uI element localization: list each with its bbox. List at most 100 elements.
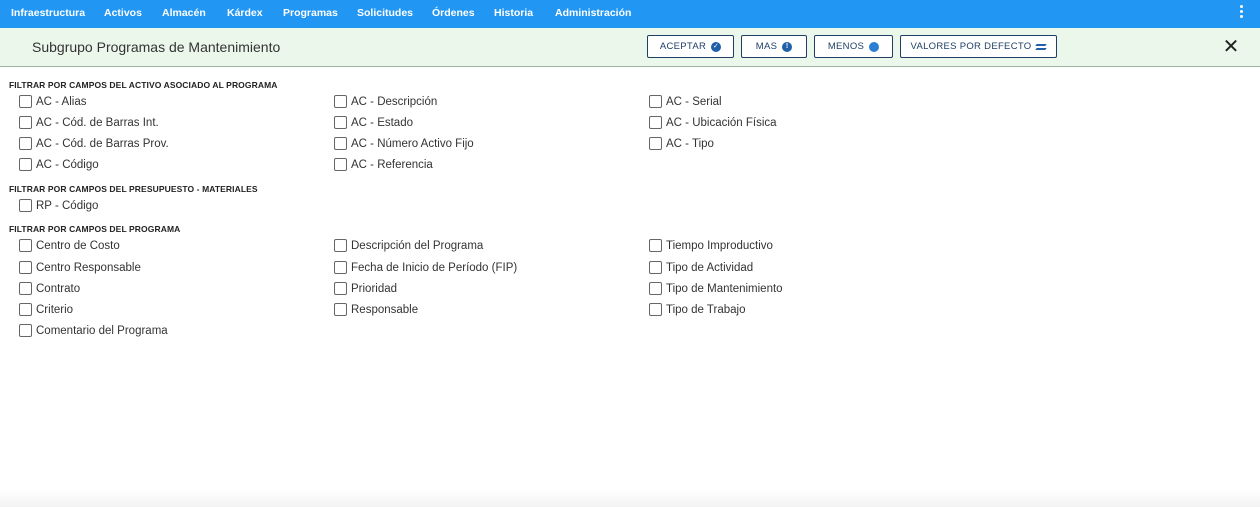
checkbox-descripcion-del-programa[interactable]: Descripción del Programa xyxy=(334,239,483,252)
checkbox-box[interactable] xyxy=(334,239,347,252)
checkbox-label: Tipo de Actividad xyxy=(666,261,754,274)
checkbox-box[interactable] xyxy=(19,137,32,150)
checkbox-box[interactable] xyxy=(649,137,662,150)
checkbox-label: RP - Código xyxy=(36,199,99,212)
exclamation-circle-icon: ! xyxy=(782,41,793,52)
checkbox-ac-tipo[interactable]: AC - Tipo xyxy=(649,137,714,150)
checkbox-label: Centro Responsable xyxy=(36,261,141,274)
dialog-title: Subgrupo Programas de Mantenimiento xyxy=(32,39,281,55)
checkbox-ac-ubicacion-fisica[interactable]: AC - Ubicación Física xyxy=(649,116,777,129)
checkbox-criterio[interactable]: Criterio xyxy=(19,303,73,316)
nav-item-ordenes[interactable]: Órdenes xyxy=(432,0,475,28)
checkbox-box[interactable] xyxy=(19,239,32,252)
close-icon[interactable]: ✕ xyxy=(1222,37,1240,57)
checkbox-ac-estado[interactable]: AC - Estado xyxy=(334,116,413,129)
more-button[interactable]: MAS ! xyxy=(741,35,807,58)
checkbox-box[interactable] xyxy=(334,282,347,295)
checkbox-comentario-del-programa[interactable]: Comentario del Programa xyxy=(19,324,168,337)
checkbox-label: AC - Tipo xyxy=(666,137,714,150)
less-button-label: MENOS xyxy=(827,41,865,52)
checkbox-box[interactable] xyxy=(649,303,662,316)
checkbox-tipo-de-actividad[interactable]: Tipo de Actividad xyxy=(649,261,753,274)
checkbox-ac-referencia[interactable]: AC - Referencia xyxy=(334,158,433,171)
checkbox-box[interactable] xyxy=(19,158,32,171)
checkbox-label: Comentario del Programa xyxy=(36,324,168,337)
checkbox-ac-descripcion[interactable]: AC - Descripción xyxy=(334,95,437,108)
checkbox-box[interactable] xyxy=(19,324,32,337)
nav-item-administracion[interactable]: Administración xyxy=(555,0,631,28)
checkbox-box[interactable] xyxy=(334,137,347,150)
accept-button[interactable]: ACEPTAR ✓ xyxy=(647,35,734,58)
less-button[interactable]: MENOS xyxy=(814,35,893,58)
section-title-presupuesto: FILTRAR POR CAMPOS DEL PRESUPUESTO - MAT… xyxy=(9,184,258,194)
more-vert-icon[interactable] xyxy=(1238,5,1244,23)
checkbox-rp-codigo[interactable]: RP - Código xyxy=(19,199,98,212)
checkbox-label: AC - Cód. de Barras Int. xyxy=(36,116,159,129)
checkbox-tipo-de-trabajo[interactable]: Tipo de Trabajo xyxy=(649,303,745,316)
checkbox-ac-numero-activo-fijo[interactable]: AC - Número Activo Fijo xyxy=(334,137,474,150)
check-circle-icon: ✓ xyxy=(711,41,722,52)
checkbox-label: AC - Ubicación Física xyxy=(666,116,777,129)
checkbox-box[interactable] xyxy=(334,116,347,129)
checkbox-label: AC - Estado xyxy=(351,116,413,129)
checkbox-label: AC - Referencia xyxy=(351,158,433,171)
checkbox-box[interactable] xyxy=(649,95,662,108)
checkbox-tipo-de-mantenimiento[interactable]: Tipo de Mantenimiento xyxy=(649,282,783,295)
checkbox-label: Prioridad xyxy=(351,282,398,295)
checkbox-ac-codigo[interactable]: AC - Código xyxy=(19,158,99,171)
checkbox-label: AC - Descripción xyxy=(351,95,438,108)
checkbox-box[interactable] xyxy=(334,158,347,171)
checkbox-contrato[interactable]: Contrato xyxy=(19,282,80,295)
nav-item-kardex[interactable]: Kárdex xyxy=(227,0,263,28)
checkbox-label: Descripción del Programa xyxy=(351,239,484,252)
checkbox-responsable[interactable]: Responsable xyxy=(334,303,418,316)
checkbox-centro-responsable[interactable]: Centro Responsable xyxy=(19,261,141,274)
checkbox-label: Contrato xyxy=(36,282,81,295)
checkbox-label: AC - Código xyxy=(36,158,99,171)
more-button-label: MAS xyxy=(755,41,778,52)
checkbox-label: AC - Cód. de Barras Prov. xyxy=(36,137,169,150)
nav-item-infraestructura[interactable]: Infraestructura xyxy=(11,0,85,28)
nav-item-activos[interactable]: Activos xyxy=(104,0,142,28)
checkbox-box[interactable] xyxy=(334,261,347,274)
checkbox-box[interactable] xyxy=(649,239,662,252)
default-values-button[interactable]: VALORES POR DEFECTO xyxy=(900,35,1057,58)
checkbox-box[interactable] xyxy=(19,282,32,295)
checkbox-ac-serial[interactable]: AC - Serial xyxy=(649,95,722,108)
accept-button-label: ACEPTAR xyxy=(659,41,707,52)
eraser-icon xyxy=(1035,43,1048,50)
nav-item-historia[interactable]: Historia xyxy=(494,0,533,28)
nav-item-almacen[interactable]: Almacén xyxy=(162,0,206,28)
checkbox-box[interactable] xyxy=(19,199,32,212)
checkbox-label: AC - Número Activo Fijo xyxy=(351,137,474,150)
checkbox-box[interactable] xyxy=(19,303,32,316)
checkbox-label: Centro de Costo xyxy=(36,239,120,252)
checkbox-box[interactable] xyxy=(649,261,662,274)
nav-item-solicitudes[interactable]: Solicitudes xyxy=(357,0,413,28)
checkbox-ac-cod-barras-prov[interactable]: AC - Cód. de Barras Prov. xyxy=(19,137,169,150)
checkbox-centro-de-costo[interactable]: Centro de Costo xyxy=(19,239,120,252)
checkbox-prioridad[interactable]: Prioridad xyxy=(334,282,397,295)
checkbox-box[interactable] xyxy=(19,116,32,129)
checkbox-box[interactable] xyxy=(19,95,32,108)
checkbox-tiempo-improductivo[interactable]: Tiempo Improductivo xyxy=(649,239,773,252)
checkbox-label: Criterio xyxy=(36,303,74,316)
nav-item-programas[interactable]: Programas xyxy=(283,0,338,28)
checkbox-box[interactable] xyxy=(649,116,662,129)
checkbox-label: AC - Serial xyxy=(666,95,722,108)
checkbox-fecha-inicio-periodo[interactable]: Fecha de Inicio de Período (FIP) xyxy=(334,261,517,274)
checkbox-label: Responsable xyxy=(351,303,419,316)
checkbox-box[interactable] xyxy=(334,95,347,108)
checkbox-label: Tiempo Improductivo xyxy=(666,239,773,252)
top-navigation-bar: Infraestructura Activos Almacén Kárdex P… xyxy=(0,0,1260,28)
checkbox-box[interactable] xyxy=(649,282,662,295)
checkbox-box[interactable] xyxy=(334,303,347,316)
bottom-shadow xyxy=(0,490,1260,507)
checkbox-ac-alias[interactable]: AC - Alias xyxy=(19,95,87,108)
checkbox-label: Fecha de Inicio de Período (FIP) xyxy=(351,261,518,274)
checkbox-box[interactable] xyxy=(19,261,32,274)
checkbox-ac-cod-barras-int[interactable]: AC - Cód. de Barras Int. xyxy=(19,116,159,129)
dialog-header: Subgrupo Programas de Mantenimiento ACEP… xyxy=(0,28,1260,67)
section-title-activo: FILTRAR POR CAMPOS DEL ACTIVO ASOCIADO A… xyxy=(9,80,278,90)
section-title-programa: FILTRAR POR CAMPOS DEL PROGRAMA xyxy=(9,224,181,234)
